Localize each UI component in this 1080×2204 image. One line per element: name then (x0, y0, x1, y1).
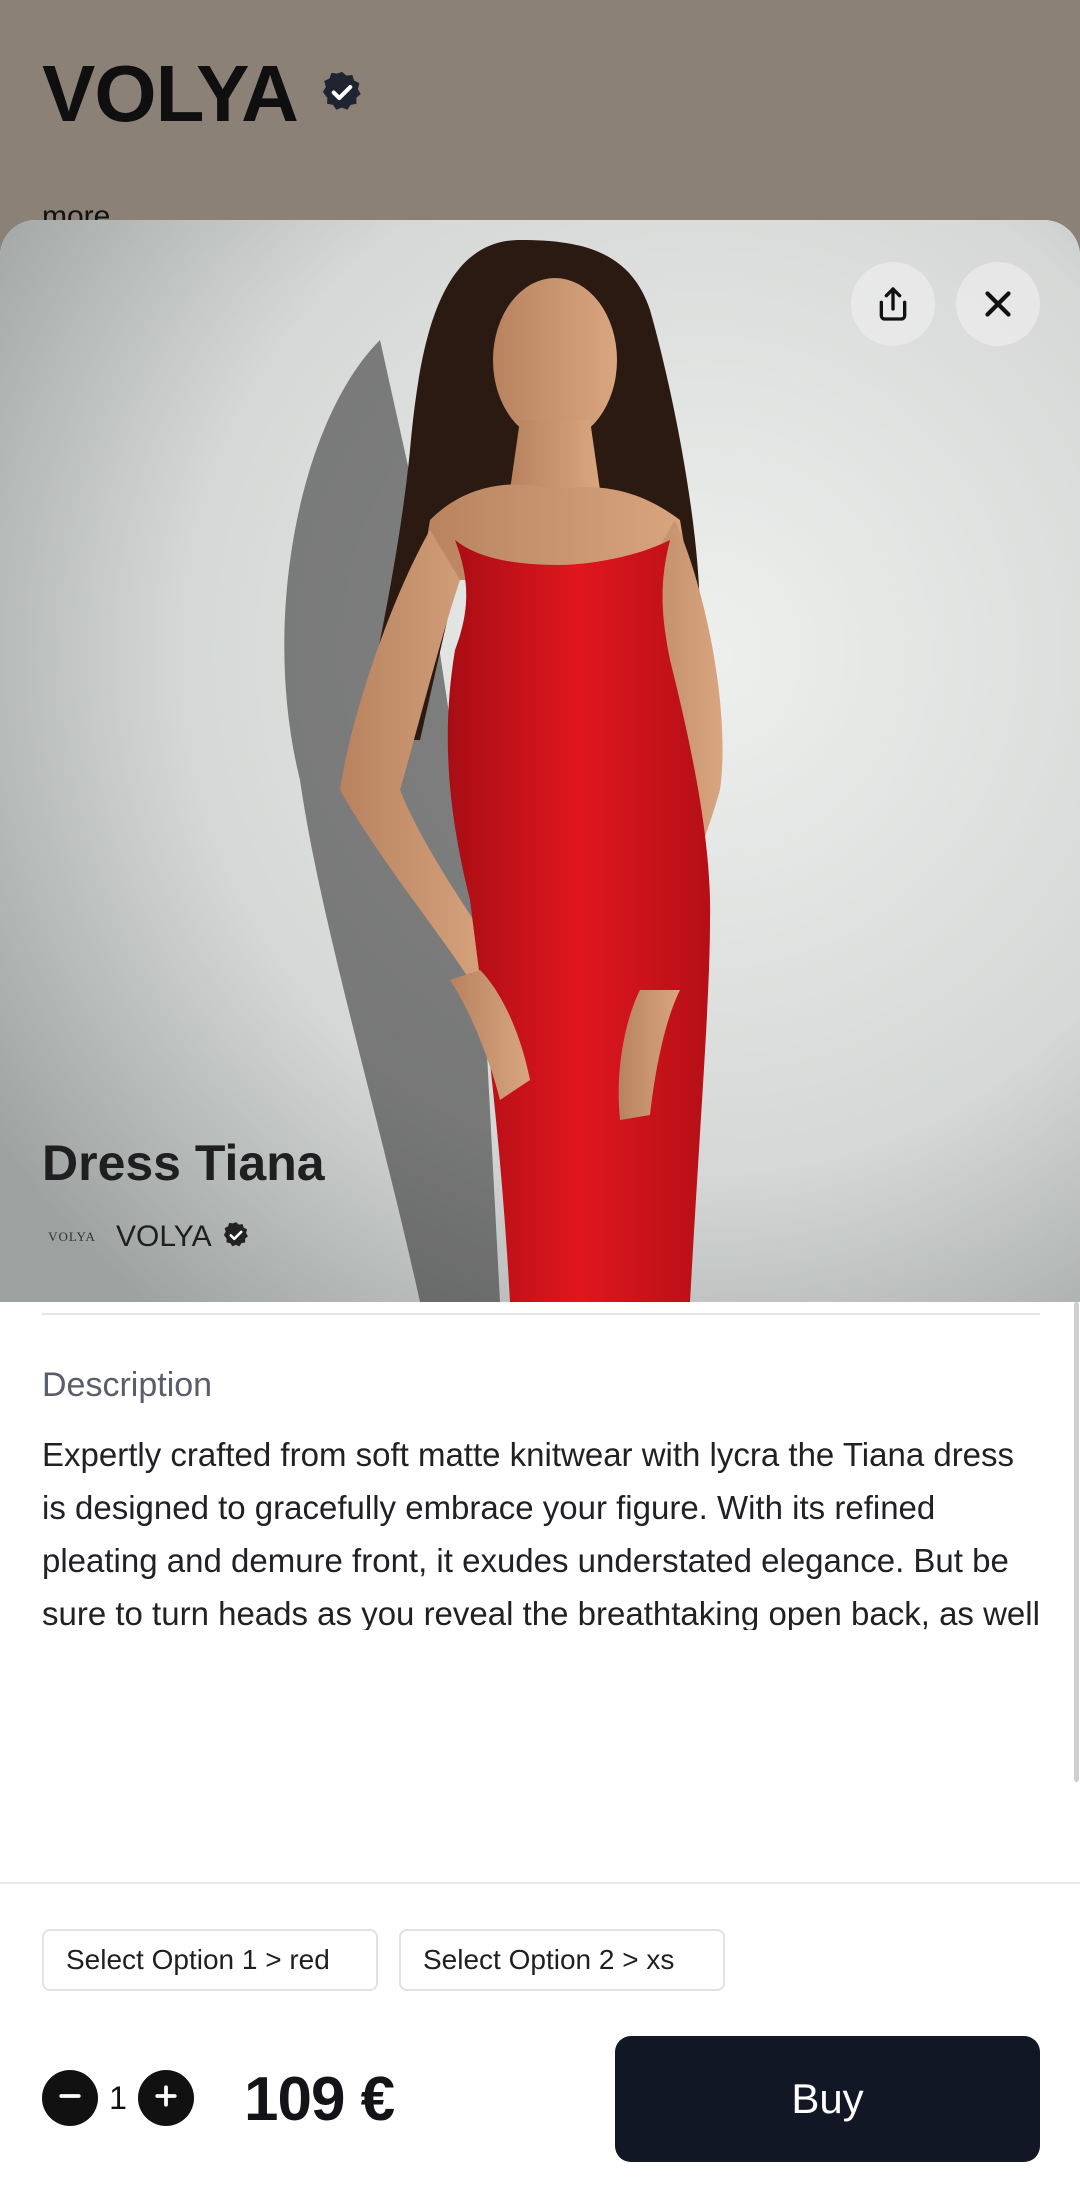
close-button[interactable] (956, 262, 1040, 346)
purchase-bar: Select Option 1 > red Select Option 2 > … (0, 1882, 1080, 2204)
buy-button[interactable]: Buy (615, 2036, 1040, 2162)
plus-icon (151, 2081, 181, 2116)
decrease-quantity-button[interactable] (42, 2070, 98, 2126)
background-brand-header: VOLYA (42, 48, 364, 140)
store-logo: VOLYA (48, 1229, 96, 1244)
quantity-stepper: 1 (42, 2070, 194, 2126)
price: 109 € (244, 2065, 395, 2134)
store-name: VOLYA (116, 1220, 212, 1253)
share-icon (873, 284, 913, 324)
share-button[interactable] (851, 262, 935, 346)
option-2-select[interactable]: Select Option 2 > xs (399, 1929, 725, 1991)
scrollbar[interactable] (1074, 1302, 1079, 1782)
divider (42, 1313, 1040, 1315)
verified-badge-icon (222, 1221, 250, 1254)
product-title: Dress Tiana (42, 1135, 325, 1191)
store-link[interactable]: VOLYA VOLYA (42, 1220, 250, 1254)
option-1-select[interactable]: Select Option 1 > red (42, 1929, 378, 1991)
background-brand-name: VOLYA (42, 49, 299, 138)
description-label: Description (42, 1366, 213, 1404)
increase-quantity-button[interactable] (138, 2070, 194, 2126)
verified-badge-icon (320, 70, 364, 119)
close-icon (980, 286, 1016, 322)
quantity-value: 1 (109, 2079, 127, 2116)
description-text: Expertly crafted from soft matte knitwea… (42, 1436, 1040, 1630)
minus-icon (55, 2081, 85, 2116)
